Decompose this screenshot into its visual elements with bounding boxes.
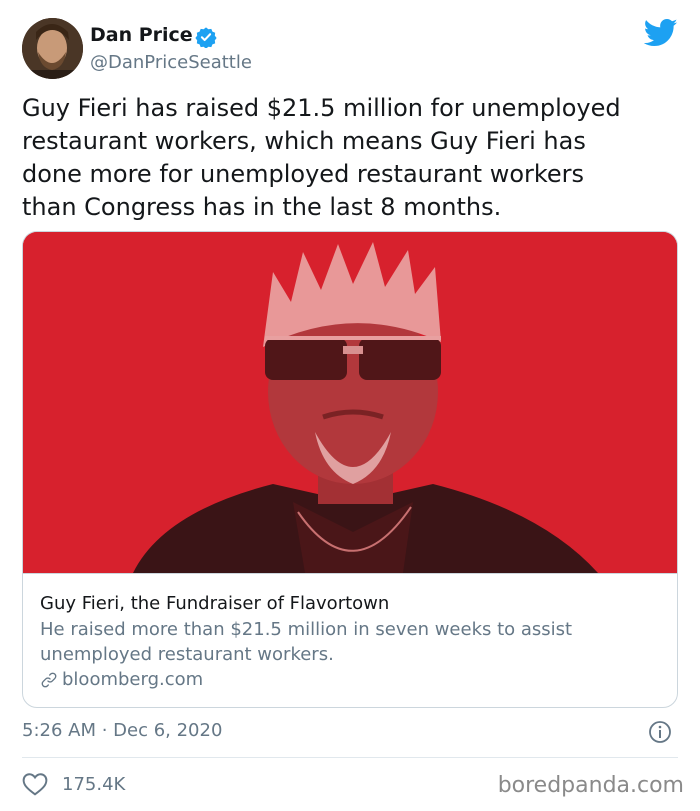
avatar-image xyxy=(22,18,83,79)
heart-icon[interactable] xyxy=(22,772,48,796)
card-link-text[interactable]: bloomberg.com xyxy=(62,667,203,693)
twitter-bird-icon[interactable] xyxy=(644,18,678,48)
like-action[interactable]: 175.4K xyxy=(22,772,125,796)
verified-badge-icon xyxy=(195,27,217,48)
like-count: 175.4K xyxy=(62,773,126,795)
card-body: Guy Fieri, the Fundraiser of Flavortown … xyxy=(23,573,677,707)
author-display-name[interactable]: Dan Price xyxy=(90,24,193,46)
card-image[interactable] xyxy=(23,232,677,573)
tweet-header: Dan Price @DanPriceSeattle xyxy=(22,18,678,80)
card-title[interactable]: Guy Fieri, the Fundraiser of Flavortown xyxy=(40,591,677,617)
link-card[interactable]: Guy Fieri, the Fundraiser of Flavortown … xyxy=(22,231,678,708)
card-photo xyxy=(23,232,677,573)
link-icon xyxy=(41,672,57,688)
divider xyxy=(22,757,678,758)
tweet-text: Guy Fieri has raised $21.5 million for u… xyxy=(22,94,621,221)
avatar[interactable] xyxy=(22,18,83,79)
info-icon[interactable] xyxy=(648,720,672,744)
author-handle[interactable]: @DanPriceSeattle xyxy=(90,52,252,73)
tweet-timestamp[interactable]: 5:26 AM · Dec 6, 2020 xyxy=(22,720,222,741)
card-link[interactable]: bloomberg.com xyxy=(40,667,677,693)
watermark: boredpanda.com xyxy=(497,773,684,798)
card-description: He raised more than $21.5 million in sev… xyxy=(40,619,573,665)
